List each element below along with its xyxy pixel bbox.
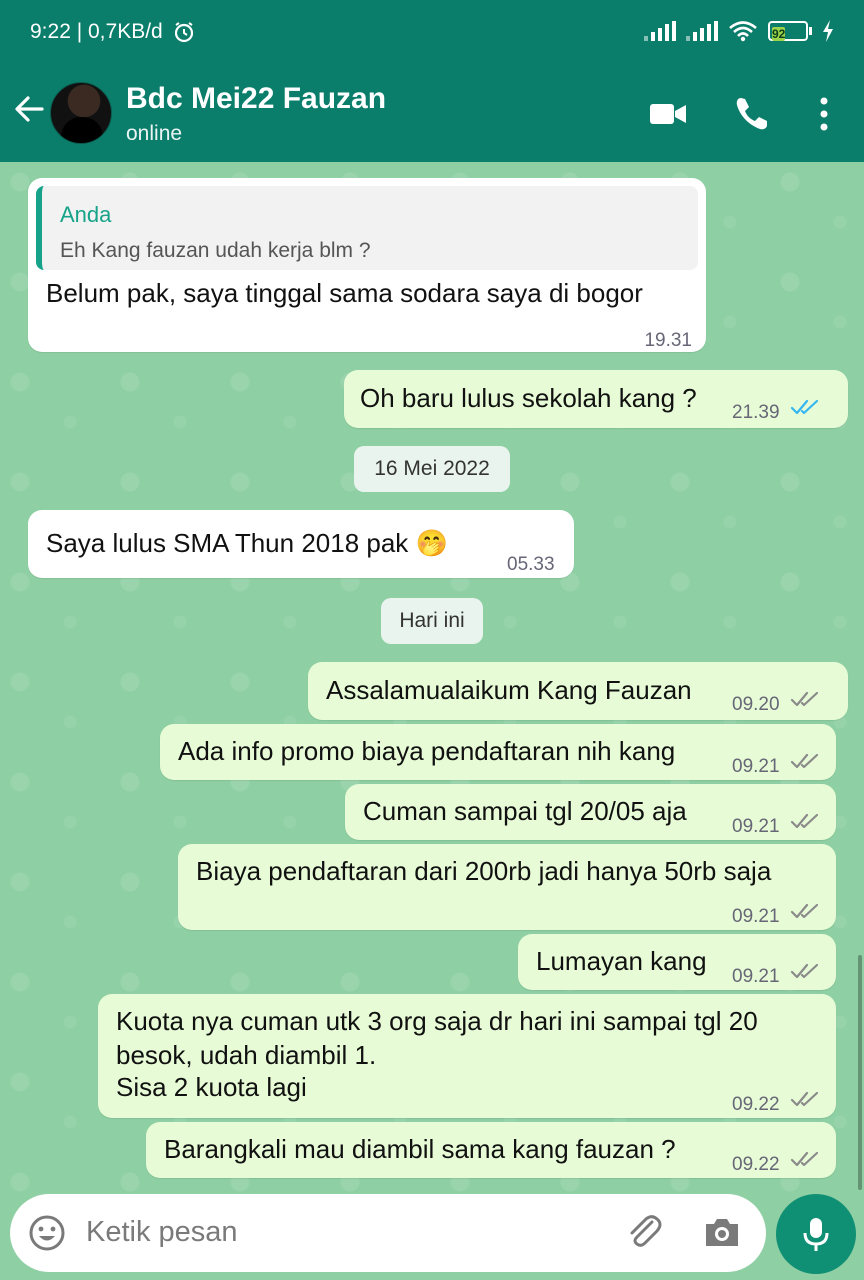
message-time: 09.22	[732, 1094, 780, 1115]
battery-level: 92	[772, 27, 786, 41]
attach-icon[interactable]	[624, 1212, 664, 1252]
message-time: 09.21	[732, 966, 780, 987]
mic-icon	[803, 1218, 829, 1251]
chat-area[interactable]: Anda Eh Kang fauzan udah kerja blm ? Bel…	[0, 162, 864, 1192]
message-outgoing[interactable]: Assalamualaikum Kang Fauzan 09.20	[308, 662, 848, 720]
read-ticks-icon	[790, 399, 819, 415]
message-text-line: Sisa 2 kuota lagi	[116, 1072, 307, 1102]
delivered-ticks-icon	[790, 903, 819, 919]
contact-name[interactable]: Bdc Mei22 Fauzan	[126, 82, 386, 116]
chat-header: Bdc Mei22 Fauzan online	[0, 64, 864, 162]
date-separator: 16 Mei 2022	[354, 446, 510, 492]
message-text: Lumayan kang	[536, 946, 707, 976]
message-text-line: besok, udah diambil 1.	[116, 1040, 377, 1070]
input-bar: Ketik pesan	[0, 1192, 864, 1280]
message-placeholder: Ketik pesan	[86, 1216, 238, 1248]
alarm-icon	[174, 22, 194, 43]
message-time: 09.22	[732, 1154, 780, 1175]
message-time: 09.21	[732, 906, 780, 927]
more-vert-icon[interactable]	[806, 94, 842, 134]
message-outgoing[interactable]: Barangkali mau diambil sama kang fauzan …	[146, 1122, 836, 1178]
back-arrow-icon[interactable]	[12, 92, 46, 126]
scrollbar[interactable]	[858, 955, 862, 1190]
message-text: Belum pak, saya tinggal sama sodara saya…	[46, 278, 643, 308]
message-time: 09.21	[732, 816, 780, 837]
charging-icon	[823, 20, 833, 42]
status-icons: 92	[644, 20, 834, 42]
message-text: Oh baru lulus sekolah kang ?	[360, 383, 697, 413]
message-time: 09.21	[732, 756, 780, 777]
message-outgoing[interactable]: Oh baru lulus sekolah kang ? 21.39	[344, 370, 848, 428]
phone-icon[interactable]	[732, 94, 772, 134]
delivered-ticks-icon	[790, 753, 819, 769]
message-input[interactable]: Ketik pesan	[10, 1194, 766, 1272]
message-incoming[interactable]: Saya lulus SMA Thun 2018 pak 🤭 05.33	[28, 510, 574, 578]
delivered-ticks-icon	[790, 1151, 819, 1167]
delivered-ticks-icon	[790, 963, 819, 979]
signal-icon	[686, 21, 718, 41]
message-text: Ada info promo biaya pendaftaran nih kan…	[178, 736, 676, 766]
wifi-icon	[729, 21, 757, 42]
quoted-message[interactable]: Anda Eh Kang fauzan udah kerja blm ?	[36, 186, 698, 270]
message-time: 09.20	[732, 694, 780, 715]
contact-status: online	[126, 122, 183, 145]
delivered-ticks-icon	[790, 691, 819, 707]
message-outgoing[interactable]: Kuota nya cuman utk 3 org saja dr hari i…	[98, 994, 836, 1118]
delivered-ticks-icon	[790, 813, 819, 829]
message-text: Barangkali mau diambil sama kang fauzan …	[164, 1134, 676, 1164]
message-outgoing[interactable]: Cuman sampai tgl 20/05 aja 09.21	[345, 784, 836, 840]
signal-icon	[644, 21, 676, 41]
message-outgoing[interactable]: Biaya pendaftaran dari 200rb jadi hanya …	[178, 844, 836, 930]
delivered-ticks-icon	[790, 1091, 819, 1107]
avatar[interactable]	[50, 82, 112, 144]
emoji-icon[interactable]	[28, 1214, 66, 1252]
status-bar: 9:22 | 0,7KB/d 92	[0, 0, 864, 64]
status-time-network: 9:22 | 0,7KB/d	[30, 20, 163, 43]
quote-text: Eh Kang fauzan udah kerja blm ?	[60, 239, 371, 262]
message-text: Saya lulus SMA Thun 2018 pak 🤭	[46, 528, 448, 558]
message-incoming[interactable]: Anda Eh Kang fauzan udah kerja blm ? Bel…	[28, 178, 706, 352]
message-outgoing[interactable]: Lumayan kang 09.21	[518, 934, 836, 990]
battery-icon: 92	[768, 21, 812, 41]
quote-author: Anda	[60, 202, 112, 227]
date-separator: Hari ini	[381, 598, 483, 644]
message-time: 05.33	[507, 554, 555, 575]
camera-icon[interactable]	[702, 1212, 742, 1252]
message-text: Biaya pendaftaran dari 200rb jadi hanya …	[196, 856, 772, 886]
message-time: 19.31	[644, 330, 692, 351]
message-time: 21.39	[732, 402, 780, 423]
message-text: Cuman sampai tgl 20/05 aja	[363, 796, 687, 826]
message-text-line: Kuota nya cuman utk 3 org saja dr hari i…	[116, 1006, 758, 1036]
mic-button[interactable]	[776, 1194, 856, 1274]
video-call-icon[interactable]	[648, 94, 688, 134]
message-text: Assalamualaikum Kang Fauzan	[326, 675, 692, 705]
message-outgoing[interactable]: Ada info promo biaya pendaftaran nih kan…	[160, 724, 836, 780]
